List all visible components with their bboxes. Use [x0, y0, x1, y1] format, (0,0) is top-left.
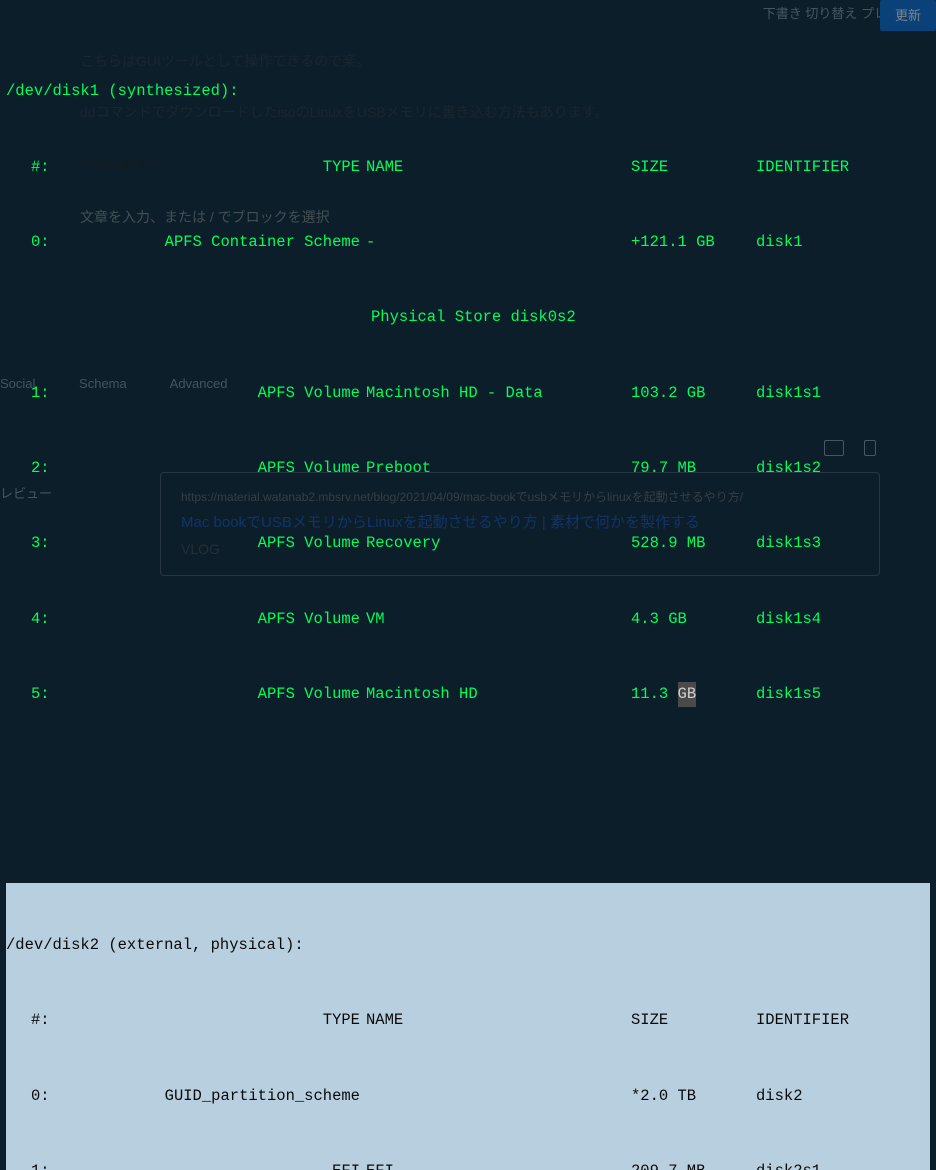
- col-id: IDENTIFIER: [756, 155, 936, 180]
- disk1-header: /dev/disk1 (synthesized):: [6, 79, 930, 104]
- size-with-cursor: 11.3 GB: [631, 682, 756, 707]
- disk1-row-5: 5: APFS Volume Macintosh HD 11.3 GB disk…: [6, 682, 930, 707]
- disk2-row-1: 1: EFI EFI 209.7 MB disk2s1: [6, 1159, 930, 1170]
- disk1-row-1: 1: APFS Volume Macintosh HD - Data 103.2…: [6, 381, 930, 406]
- col-num: #:: [6, 155, 66, 180]
- disk1-row-3: 3: APFS Volume Recovery 528.9 MB disk1s3: [6, 531, 930, 556]
- terminal-output[interactable]: /dev/disk1 (synthesized): #: TYPE NAME S…: [0, 0, 936, 585]
- terminal-cursor: GB: [678, 682, 697, 707]
- disk2-block-selected[interactable]: /dev/disk2 (external, physical): #: TYPE…: [6, 883, 930, 1170]
- disk1-subline: Physical Store disk0s2: [6, 305, 930, 330]
- disk2-column-headers: #: TYPE NAME SIZE IDENTIFIER: [6, 1008, 930, 1033]
- col-name: NAME: [366, 155, 631, 180]
- disk2-header: /dev/disk2 (external, physical):: [6, 933, 930, 958]
- disk2-row-0: 0: GUID_partition_scheme *2.0 TB disk2: [6, 1084, 930, 1109]
- disk1-row-0: 0: APFS Container Scheme - +121.1 GB dis…: [6, 230, 930, 255]
- disk1-column-headers: #: TYPE NAME SIZE IDENTIFIER: [6, 155, 930, 180]
- disk1-row-2: 2: APFS Volume Preboot 79.7 MB disk1s2: [6, 456, 930, 481]
- disk1-row-4: 4: APFS Volume VM 4.3 GB disk1s4: [6, 607, 930, 632]
- col-type: TYPE: [66, 155, 366, 180]
- col-size: SIZE: [631, 155, 756, 180]
